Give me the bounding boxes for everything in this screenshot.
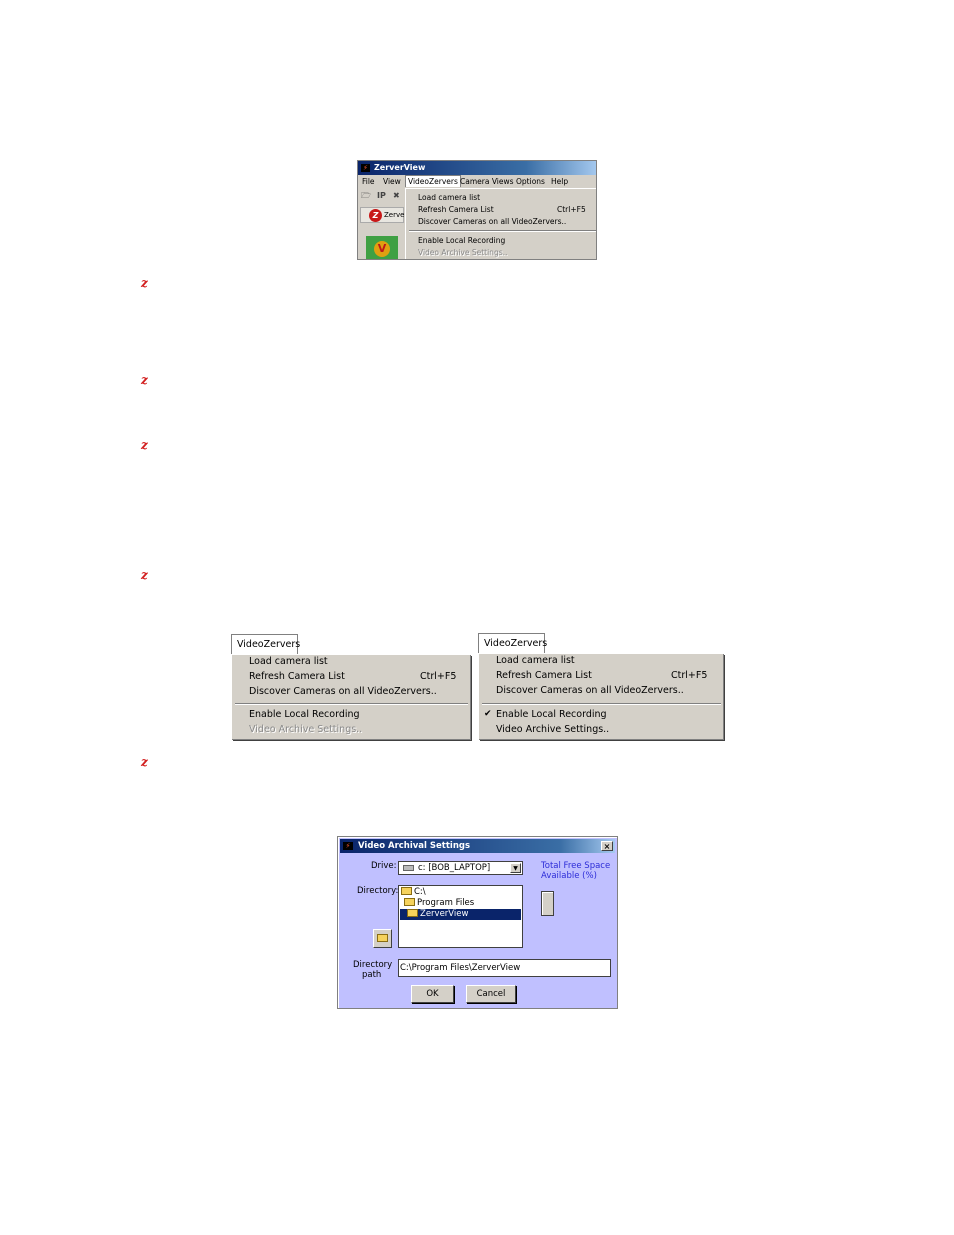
dialog-title: Video Archival Settings <box>358 841 471 851</box>
shortcut-refresh: Ctrl+F5 <box>557 205 586 214</box>
menu-videozervers[interactable]: VideoZervers <box>405 175 461 187</box>
menu-item-video-archive-settings: Video Archive Settings.. <box>418 248 508 257</box>
menu-panel: Load camera list Refresh Camera List Ctr… <box>231 654 470 739</box>
camera-panel: V <box>366 236 398 259</box>
menu-item-video-archive-settings[interactable]: Video Archive Settings.. <box>496 724 609 735</box>
drive-icon <box>403 865 414 871</box>
menu-item-enable-local-recording[interactable]: Enable Local Recording <box>418 236 505 245</box>
free-space-label: Total Free Space <box>541 861 611 871</box>
directory-path-label-2: path <box>362 970 382 980</box>
menu-separator <box>482 703 721 705</box>
drive-label: Drive: <box>371 861 397 871</box>
bullet-icon: z <box>141 568 148 582</box>
toolbar-tools-icon[interactable]: ✖ <box>393 189 400 203</box>
directory-path-input[interactable]: C:\Program Files\ZerverView <box>398 959 611 977</box>
menu-separator <box>409 230 596 232</box>
app-icon: ⚡ <box>361 164 370 172</box>
menu-separator <box>235 703 468 705</box>
drive-select[interactable]: c: [BOB_LAPTOP] ▼ <box>398 861 523 875</box>
toolbar: 🗁 IP ✖ <box>358 189 404 203</box>
app-icon: ⚡ <box>343 842 353 850</box>
videozerver-logo-icon: V <box>374 241 390 257</box>
menu-options[interactable]: Options <box>516 175 545 188</box>
menu-item-discover-cameras[interactable]: Discover Cameras on all VideoZervers.. <box>496 685 684 696</box>
drive-value: c: [BOB_LAPTOP] <box>418 863 491 873</box>
bullet-icon: z <box>141 276 148 290</box>
free-space-label-2: Available (%) <box>541 871 597 881</box>
close-button[interactable]: × <box>601 841 613 851</box>
bullet-icon: z <box>141 438 148 452</box>
menu-header-videozervers[interactable]: VideoZervers <box>231 634 300 654</box>
menu-item-refresh-camera-list[interactable]: Refresh Camera List <box>418 205 494 214</box>
ok-button[interactable]: OK <box>411 985 454 1003</box>
menu-panel: Load camera list Refresh Camera List Ctr… <box>478 653 723 739</box>
free-space-gauge <box>541 891 554 916</box>
folder-open-icon <box>401 887 412 895</box>
window-title: ZerverView <box>374 163 426 172</box>
chevron-down-icon[interactable]: ▼ <box>510 863 521 873</box>
video-archival-settings-dialog: ⚡ Video Archival Settings × Drive: c: [B… <box>337 836 618 1009</box>
zerver-tab-label: Zerve <box>384 211 405 219</box>
menu-item-enable-local-recording[interactable]: Enable Local Recording <box>249 709 360 720</box>
dialog-title-bar: ⚡ Video Archival Settings × <box>340 839 615 853</box>
menu-item-discover-cameras[interactable]: Discover Cameras on all VideoZervers.. <box>249 686 437 697</box>
bullet-icon: z <box>141 373 148 387</box>
cancel-button[interactable]: Cancel <box>466 985 516 1003</box>
menu-recording-disabled: VideoZervers Load camera list Refresh Ca… <box>231 634 470 740</box>
folder-open-icon <box>407 909 418 917</box>
menu-item-load-camera-list[interactable]: Load camera list <box>496 655 575 666</box>
toolbar-ip-icon[interactable]: IP <box>377 189 386 203</box>
check-icon: ✔ <box>484 709 492 719</box>
zerverview-window-screenshot: ⚡ ZerverView File View VideoZervers Came… <box>357 160 597 260</box>
directory-path-label: Directory <box>353 960 393 970</box>
directory-item[interactable]: C:\ <box>401 887 426 898</box>
menu-item-refresh-camera-list[interactable]: Refresh Camera List <box>249 671 345 682</box>
zerver-tab[interactable]: Z Zerve <box>360 207 404 223</box>
new-folder-button[interactable] <box>373 929 392 948</box>
toolbar-folder-icon[interactable]: 🗁 <box>361 189 371 203</box>
videozervers-dropdown: Load camera list Refresh Camera List Ctr… <box>405 188 596 259</box>
menu-item-refresh-camera-list[interactable]: Refresh Camera List <box>496 670 592 681</box>
folder-icon <box>377 934 388 942</box>
shortcut-refresh: Ctrl+F5 <box>671 670 708 681</box>
directory-list[interactable]: C:\ Program Files ZerverView <box>398 885 523 948</box>
folder-open-icon <box>404 898 415 906</box>
menu-bar: File View VideoZervers Camera Views Opti… <box>358 175 596 188</box>
menu-item-discover-cameras[interactable]: Discover Cameras on all VideoZervers.. <box>418 217 566 226</box>
zerver-logo-icon: Z <box>369 209 382 222</box>
menu-recording-enabled: VideoZervers Load camera list Refresh Ca… <box>478 633 723 740</box>
directory-item[interactable]: Program Files <box>404 898 474 909</box>
menu-help[interactable]: Help <box>551 175 568 188</box>
menu-item-enable-local-recording[interactable]: Enable Local Recording <box>496 709 607 720</box>
menu-item-load-camera-list[interactable]: Load camera list <box>249 656 328 667</box>
shortcut-refresh: Ctrl+F5 <box>420 671 457 682</box>
menu-item-load-camera-list[interactable]: Load camera list <box>418 193 480 202</box>
window-title-bar: ⚡ ZerverView <box>358 161 596 175</box>
menu-file[interactable]: File <box>362 175 375 188</box>
menu-view[interactable]: View <box>383 175 401 188</box>
bullet-icon: z <box>141 755 148 769</box>
menu-header-videozervers[interactable]: VideoZervers <box>478 633 547 653</box>
menu-camera-views[interactable]: Camera Views <box>460 175 514 188</box>
menu-item-video-archive-settings: Video Archive Settings.. <box>249 724 363 735</box>
directory-item-selected[interactable]: ZerverView <box>400 909 521 920</box>
directory-label: Directory: <box>357 886 399 896</box>
